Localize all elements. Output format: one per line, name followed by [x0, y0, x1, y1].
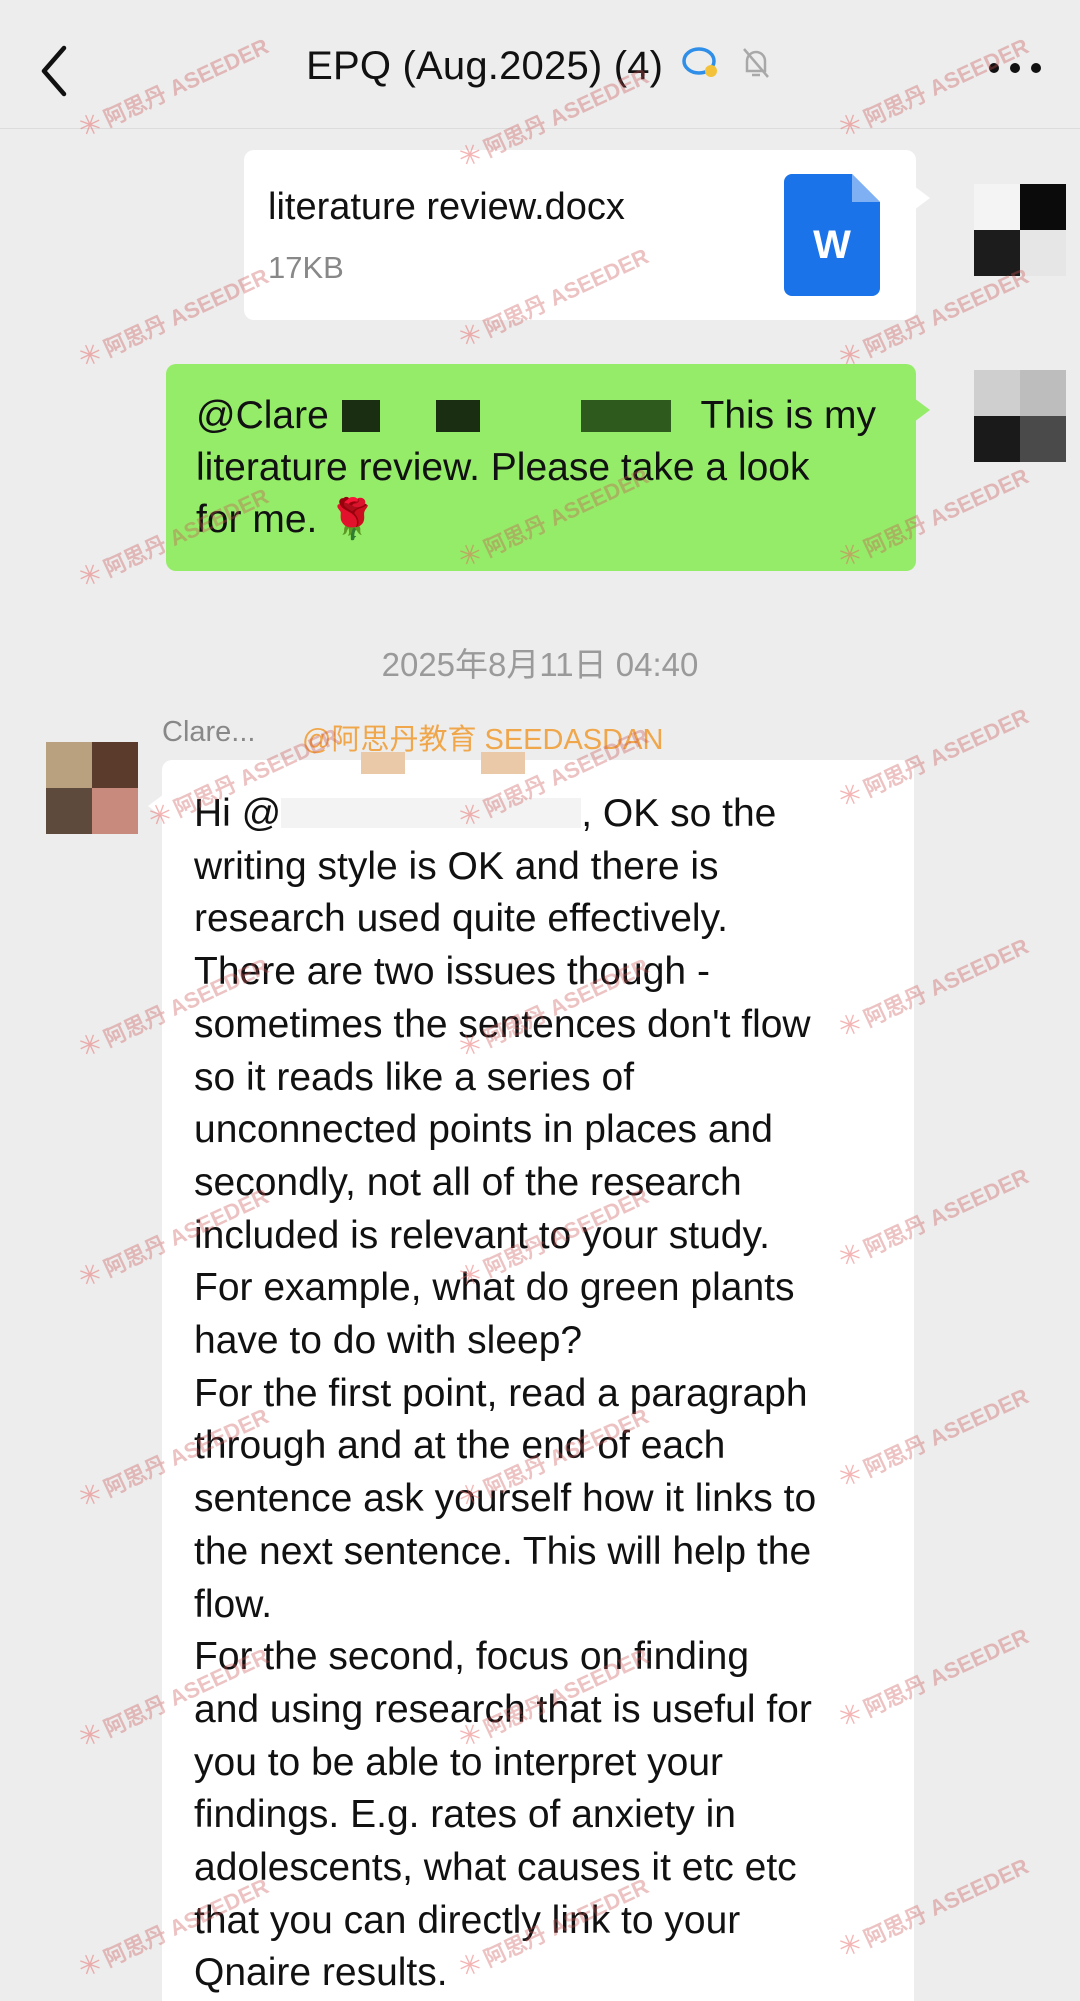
- greeting-end: , OK so the: [581, 792, 777, 835]
- message-line: For the first point, read a paragraph: [194, 1371, 808, 1415]
- redacted-mention: [281, 752, 582, 828]
- redacted-block: [436, 400, 481, 432]
- watermark-text: 阿思丹 ASEEDER: [860, 703, 1033, 802]
- watermark: ✳阿思丹 ASEEDER: [73, 258, 274, 375]
- message-line: unconnected points in places and: [194, 1108, 773, 1152]
- avatar-pixel: [92, 788, 138, 834]
- blur-patch: [361, 752, 406, 774]
- avatar-pixel: [1020, 370, 1066, 416]
- blur-patch: [481, 752, 526, 774]
- message-line: you to be able to interpret your: [194, 1740, 723, 1784]
- chat-bubble-icon: [681, 45, 721, 91]
- avatar-sender[interactable]: [46, 742, 138, 834]
- avatar-pixel: [1020, 416, 1066, 462]
- avatar-self[interactable]: [974, 370, 1066, 462]
- message-line: the next sentence. This will help the: [194, 1529, 812, 1573]
- timestamp: 2025年8月11日 04:40: [381, 646, 699, 683]
- avatar-pixel: [1020, 184, 1066, 230]
- avatar-pixel: [92, 742, 138, 788]
- redacted-block: [581, 400, 672, 432]
- message-line: Qnaire results.: [194, 1951, 448, 1995]
- message-line: For the second, focus on finding: [194, 1635, 750, 1679]
- message-line: research used quite effectively.: [194, 897, 729, 941]
- file-size: 17KB: [268, 250, 344, 285]
- message-line: adolescents, what causes it etc etc: [194, 1846, 797, 1890]
- message-line: @Clare This is my: [196, 390, 894, 442]
- message-line: so it reads like a series of: [194, 1055, 635, 1099]
- bell-off-icon: [738, 45, 774, 91]
- message-line: For example, what do green plants: [194, 1266, 795, 1310]
- word-badge: W: [813, 223, 851, 267]
- message-line-tail: This is my: [700, 394, 877, 437]
- sender-name: Clare...: [162, 716, 256, 748]
- mention: @Clare: [196, 394, 329, 437]
- watermark: ✳阿思丹 ASEEDER: [833, 698, 1034, 815]
- avatar-pixel: [46, 742, 92, 788]
- avatar-pixel: [46, 788, 92, 834]
- message-line: findings. E.g. rates of anxiety in: [194, 1793, 736, 1837]
- message-line: sentence ask yourself how it links to: [194, 1477, 817, 1521]
- avatar-pixel: [974, 370, 1020, 416]
- message-line: writing style is OK and there is: [194, 844, 719, 888]
- message-line: flow.: [194, 1582, 273, 1626]
- redacted-block: [341, 400, 380, 432]
- message-line: have to do with sleep?: [194, 1319, 583, 1363]
- message-line: There are two issues though -: [194, 950, 710, 994]
- avatar-pixel: [974, 184, 1020, 230]
- file-name: literature review.docx: [268, 186, 625, 228]
- word-doc-icon: W: [784, 174, 880, 296]
- message-line: literature review. Please take a look: [196, 446, 810, 489]
- message-line: secondly, not all of the research: [194, 1160, 742, 1204]
- avatar-pixel: [1020, 230, 1066, 276]
- avatar-pixel: [974, 416, 1020, 462]
- received-text-message[interactable]: Hi @, OK so the writing style is OK and …: [148, 752, 914, 2001]
